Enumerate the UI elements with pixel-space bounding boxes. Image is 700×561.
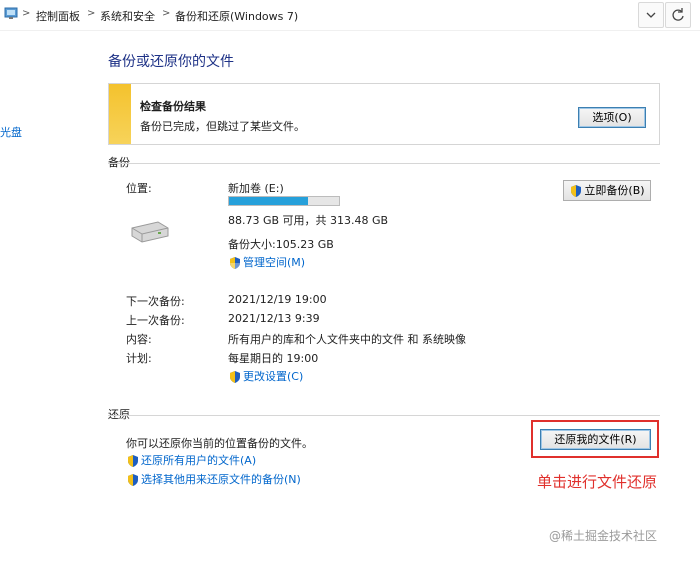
history-dropdown-button[interactable] (638, 2, 664, 28)
breadcrumb-item-backup-restore[interactable]: 备份和还原(Windows 7) (175, 8, 298, 24)
backup-section-title: 备份 (108, 156, 130, 169)
change-settings-link[interactable]: 更改设置(C) (228, 368, 303, 384)
schedule-label: 计划: (126, 352, 152, 365)
breadcrumb-item-control-panel[interactable]: 控制面板 (36, 8, 80, 24)
breadcrumb-chevron-icon[interactable]: > (162, 8, 170, 19)
uac-shield-icon (128, 474, 138, 486)
change-settings-label[interactable]: 更改设置(C) (243, 370, 303, 383)
page-title: 备份或还原你的文件 (108, 54, 234, 70)
restore-description: 你可以还原你当前的位置备份的文件。 (126, 437, 313, 450)
chevron-down-icon (646, 12, 656, 18)
backup-now-label: 立即备份(B) (584, 184, 645, 197)
highlight-box (531, 420, 659, 458)
breadcrumb-item-system-security[interactable]: 系统和安全 (100, 8, 155, 24)
select-other-backup-label[interactable]: 选择其他用来还原文件的备份(N) (141, 473, 301, 486)
next-backup-label: 下一次备份: (126, 295, 185, 308)
sidebar-link-disc[interactable]: 光盘 (0, 124, 22, 140)
restore-all-users-label[interactable]: 还原所有用户的文件(A) (141, 454, 256, 467)
notice-title: 检查备份结果 (140, 100, 206, 113)
last-backup-label: 上一次备份: (126, 314, 185, 327)
watermark: @稀土掘金技术社区 (549, 529, 658, 543)
contents-value: 所有用户的库和个人文件夹中的文件 和 系统映像 (228, 333, 466, 346)
free-space-text: 88.73 GB 可用，共 313.48 GB (228, 214, 389, 227)
notice-message: 备份已完成，但跳过了某些文件。 (140, 120, 305, 133)
address-bar: > 控制面板 > 系统和安全 > 备份和还原(Windows 7) (0, 0, 700, 31)
uac-shield-icon (571, 185, 582, 197)
drive-icon (128, 220, 170, 247)
disk-usage-fill (229, 197, 309, 205)
schedule-value: 每星期日的 19:00 (228, 352, 319, 365)
uac-shield-icon (128, 455, 138, 467)
refresh-button[interactable] (665, 2, 691, 28)
section-divider (108, 163, 660, 164)
options-button[interactable]: 选项(O) (578, 107, 646, 128)
breadcrumb-chevron-icon[interactable]: > (87, 8, 95, 19)
next-backup-value: 2021/12/19 19:00 (228, 293, 327, 306)
disk-usage-bar (228, 196, 340, 206)
restore-section-title: 还原 (108, 408, 130, 421)
backup-result-notice: 检查备份结果 备份已完成，但跳过了某些文件。 选项(O) (108, 83, 660, 145)
section-divider (108, 415, 660, 416)
backup-size-text: 备份大小:105.23 GB (228, 238, 334, 251)
backup-now-button[interactable]: 立即备份(B) (563, 180, 651, 201)
location-label: 位置: (126, 182, 152, 195)
select-other-backup-link[interactable]: 选择其他用来还原文件的备份(N) (126, 471, 301, 487)
last-backup-value: 2021/12/13 9:39 (228, 312, 320, 325)
refresh-icon (672, 8, 684, 21)
control-panel-icon (4, 6, 18, 23)
uac-shield-icon (230, 371, 240, 383)
warning-bar (109, 84, 131, 144)
breadcrumb-chevron-icon: > (22, 8, 31, 19)
restore-all-users-link[interactable]: 还原所有用户的文件(A) (126, 452, 256, 468)
annotation-text: 单击进行文件还原 (537, 473, 658, 491)
manage-space-label[interactable]: 管理空间(M) (243, 256, 305, 269)
location-value: 新加卷 (E:) (228, 182, 284, 195)
contents-label: 内容: (126, 333, 152, 346)
manage-space-link[interactable]: 管理空间(M) (228, 254, 305, 270)
uac-shield-icon (230, 257, 240, 269)
